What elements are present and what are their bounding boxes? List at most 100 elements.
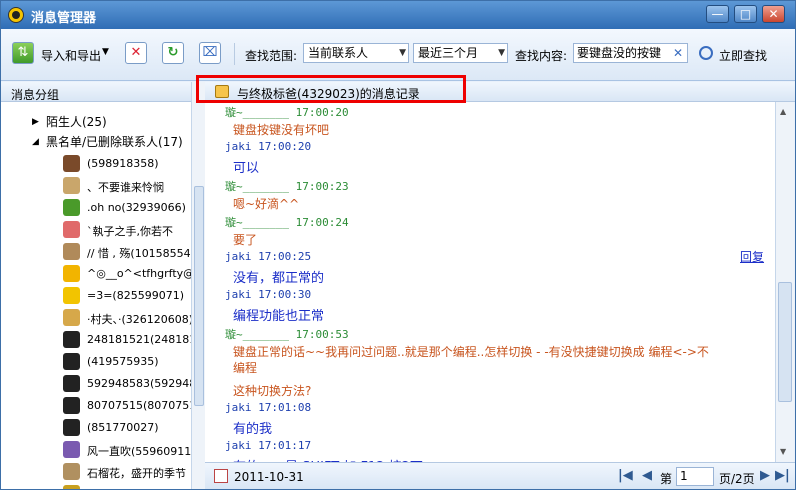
message-body-continued: 编程 bbox=[233, 361, 258, 375]
contact-item[interactable]: 248181521(24818152 bbox=[61, 329, 191, 351]
minimize-button[interactable]: — bbox=[706, 5, 729, 23]
scrollbar-thumb[interactable] bbox=[778, 282, 792, 402]
contact-item[interactable]: =3=(825599071) bbox=[61, 285, 191, 307]
clear-search-icon[interactable]: ✕ bbox=[673, 44, 683, 62]
message-sender: jaki bbox=[225, 140, 252, 153]
avatar-icon bbox=[63, 463, 80, 480]
message-sender: 璇~_______ bbox=[225, 216, 289, 229]
search-icon[interactable] bbox=[699, 46, 713, 60]
contact-item[interactable]: (419575935) bbox=[61, 351, 191, 373]
search-value: 要键盘没的按键 bbox=[577, 46, 662, 60]
page-prefix: 第 bbox=[660, 472, 673, 486]
toolbar: ⇅ 导入和导出 ▼ ✕ ↻ ⌧ 查找范围: 当前联系人 ▼ 最近三个月 ▼ 查找… bbox=[1, 29, 795, 81]
contact-item[interactable]: 、不要谁来怜悯 bbox=[61, 175, 191, 197]
qq-penguin-icon bbox=[8, 7, 24, 23]
import-export-icon[interactable]: ⇅ bbox=[12, 42, 34, 64]
contact-label: (598918358) bbox=[87, 157, 159, 170]
scrollbar-thumb[interactable] bbox=[194, 186, 204, 406]
contact-item[interactable]: // 惜 , 殇(101585540 bbox=[61, 241, 191, 263]
message-time: 17:00:53 bbox=[295, 328, 349, 341]
message-sender: jaki bbox=[225, 439, 252, 452]
date-label: 2011-10-31 bbox=[234, 470, 304, 484]
contact-item[interactable]: ^◎__o^<tfhgrfty@ bbox=[61, 263, 191, 285]
contact-label: 风一直吹(55960911) bbox=[87, 445, 191, 458]
group-blacklist[interactable]: ◢ 黑名单/已删除联系人(17) bbox=[1, 132, 191, 152]
last-page-icon[interactable]: ▶| bbox=[775, 468, 790, 483]
message-sender: 璇~_______ bbox=[225, 328, 289, 341]
contact-label: 248181521(24818152 bbox=[87, 333, 191, 346]
avatar-icon bbox=[63, 155, 80, 172]
delete-icon[interactable]: ✕ bbox=[125, 42, 147, 64]
message-header: jaki 17:00:30 bbox=[225, 288, 311, 301]
contact-label: ^◎__o^<tfhgrfty@ bbox=[87, 267, 191, 280]
contact-item[interactable]: 风一直吹(55960911) bbox=[61, 439, 191, 461]
contact-item[interactable]: 外设天下-5&5(22373 bbox=[61, 483, 191, 489]
maximize-button[interactable]: □ bbox=[734, 5, 757, 23]
contact-label: (851770027) bbox=[87, 421, 159, 434]
contact-item[interactable]: (851770027) bbox=[61, 417, 191, 439]
message-sender: jaki bbox=[225, 250, 252, 263]
next-page-icon[interactable]: ▶ bbox=[760, 468, 770, 483]
contact-label: .oh no(32939066) bbox=[87, 201, 186, 214]
title-bar[interactable]: 消息管理器 — □ ✕ bbox=[1, 1, 795, 29]
prev-page-icon[interactable]: ◀ bbox=[642, 468, 652, 483]
avatar-icon bbox=[63, 221, 80, 238]
time-range-select[interactable]: 最近三个月 ▼ bbox=[413, 43, 508, 63]
message-body: 编程功能也正常 bbox=[233, 309, 325, 324]
contact-item[interactable]: `執子之手,你若不 bbox=[61, 219, 191, 241]
contact-label: 、不要谁来怜悯 bbox=[87, 181, 164, 194]
chevron-down-icon[interactable]: ▼ bbox=[102, 47, 109, 57]
window-title: 消息管理器 bbox=[31, 11, 97, 26]
message-body: 有的我 bbox=[233, 422, 273, 437]
contact-item[interactable]: (598918358) bbox=[61, 153, 191, 175]
message-scrollbar[interactable]: ▲ ▼ bbox=[775, 102, 794, 462]
contact-item[interactable]: 592948583(59294858 bbox=[61, 373, 191, 395]
contact-label: =3=(825599071) bbox=[87, 289, 185, 302]
close-button[interactable]: ✕ bbox=[762, 5, 785, 23]
message-sender: 璇~_______ bbox=[225, 180, 289, 193]
clear-history-icon[interactable]: ⌧ bbox=[199, 42, 221, 64]
scope-value: 当前联系人 bbox=[308, 46, 369, 60]
page-number-input[interactable]: 1 bbox=[676, 467, 714, 486]
collapse-arrow-icon[interactable]: ◢ bbox=[32, 132, 39, 152]
message-time: 17:01:08 bbox=[258, 401, 312, 414]
contact-label: (419575935) bbox=[87, 355, 159, 368]
message-sender: jaki bbox=[225, 401, 252, 414]
left-scrollbar[interactable] bbox=[191, 82, 205, 489]
first-page-icon[interactable]: |◀ bbox=[618, 468, 633, 483]
contact-item[interactable]: 石榴花，盛开的季节 bbox=[61, 461, 191, 483]
reply-link[interactable]: 回复 bbox=[740, 248, 764, 265]
contact-tree[interactable]: ▶ 陌生人(25) ◢ 黑名单/已删除联系人(17) (598918358) 、不… bbox=[1, 102, 191, 489]
scroll-down-icon[interactable]: ▼ bbox=[780, 447, 786, 456]
contact-item[interactable]: ·村夫、·(326120608) bbox=[61, 307, 191, 329]
calendar-icon[interactable] bbox=[214, 469, 228, 483]
message-header: jaki 17:01:08 bbox=[225, 401, 311, 414]
scroll-up-icon[interactable]: ▲ bbox=[780, 107, 786, 116]
contact-label: 外设天下-5&5(22373 bbox=[87, 487, 191, 489]
search-input[interactable]: 要键盘没的按键 ✕ bbox=[573, 43, 688, 63]
avatar-icon bbox=[63, 177, 80, 194]
refresh-icon[interactable]: ↻ bbox=[162, 42, 184, 64]
import-export-button[interactable]: 导入和导出 bbox=[41, 47, 101, 64]
avatar-icon bbox=[63, 309, 80, 326]
scope-select[interactable]: 当前联系人 ▼ bbox=[303, 43, 409, 63]
contact-item[interactable]: .oh no(32939066) bbox=[61, 197, 191, 219]
contact-item[interactable]: 80707515(80707515) bbox=[61, 395, 191, 417]
message-body: 要了 bbox=[233, 233, 258, 247]
contact-label: ·村夫、·(326120608) bbox=[87, 313, 191, 326]
group-strangers[interactable]: ▶ 陌生人(25) bbox=[1, 112, 191, 132]
chevron-down-icon[interactable]: ▼ bbox=[498, 44, 505, 62]
group-label: 陌生人(25) bbox=[46, 115, 107, 129]
message-list[interactable]: 璇~_______ 17:00:20 键盘按键没有坏吧 jaki 17:00:20 可… bbox=[205, 102, 775, 462]
message-body: 这种切换方法? bbox=[233, 384, 312, 398]
find-now-button[interactable]: 立即查找 bbox=[719, 47, 767, 64]
message-header: 璇~_______ 17:00:23 bbox=[225, 178, 349, 194]
message-body: 嗯~好滴^^ bbox=[233, 197, 300, 211]
message-time: 17:00:20 bbox=[258, 140, 312, 153]
expand-arrow-icon[interactable]: ▶ bbox=[32, 112, 39, 132]
avatar-icon bbox=[63, 353, 80, 370]
chevron-down-icon[interactable]: ▼ bbox=[399, 44, 406, 62]
avatar-icon bbox=[63, 287, 80, 304]
